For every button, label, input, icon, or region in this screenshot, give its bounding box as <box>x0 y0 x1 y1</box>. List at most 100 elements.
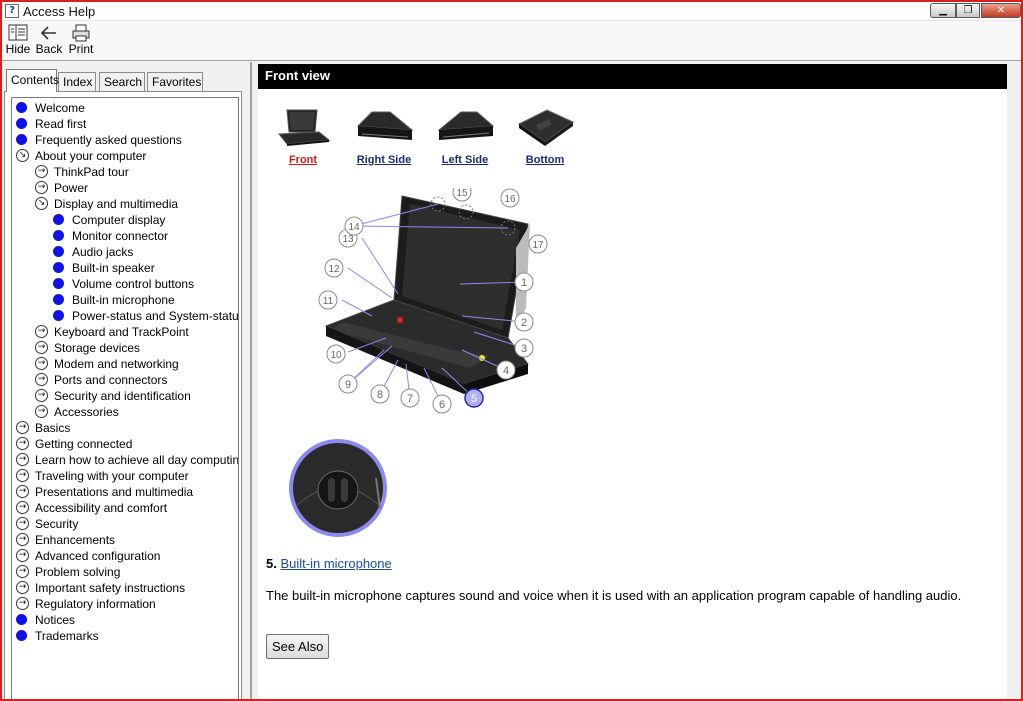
tree-item-label: Ports and connectors <box>54 373 168 387</box>
view-left-side-link[interactable]: Left Side <box>430 106 500 166</box>
callout-6: 6 <box>432 394 452 414</box>
collapsed-book-icon: → <box>35 357 48 370</box>
callout-label: 13 <box>342 234 354 245</box>
heading-bar: Front view <box>258 64 1007 89</box>
callout-label: 4 <box>503 365 509 377</box>
tree-item-label: Accessibility and comfort <box>35 501 168 515</box>
back-label: Back <box>35 42 63 56</box>
view-right-side-label: Right Side <box>356 154 412 166</box>
minimize-button[interactable]: ▁ <box>930 3 956 18</box>
callout-7: 7 <box>400 388 420 408</box>
close-icon: ✕ <box>996 5 1006 16</box>
expanded-book-icon: ↘ <box>35 197 48 210</box>
topic-bullet-icon <box>16 630 27 641</box>
collapsed-book-icon: → <box>35 341 48 354</box>
collapsed-book-icon: → <box>16 581 29 594</box>
callout-label: 8 <box>377 389 383 401</box>
print-label: Print <box>68 42 94 56</box>
tab-search[interactable]: Search <box>99 72 145 91</box>
callout-label: 12 <box>328 264 340 275</box>
collapsed-book-icon: → <box>35 405 48 418</box>
collapsed-book-icon: → <box>35 373 48 386</box>
callout-11: 11 <box>318 290 338 310</box>
vertical-scrollbar[interactable] <box>1007 64 1021 699</box>
topic-pane: Front view Front Right Side Left Side Bo… <box>254 62 1021 699</box>
collapsed-book-icon: → <box>16 437 29 450</box>
tree-item-label: Display and multimedia <box>54 197 179 211</box>
item-link[interactable]: Built-in microphone <box>280 556 391 571</box>
tree-item-label: Trademarks <box>35 629 99 643</box>
tree-item-label: Monitor connector <box>72 229 169 243</box>
view-right-side-link[interactable]: Right Side <box>349 106 419 166</box>
print-button[interactable]: Print <box>66 24 96 60</box>
tree-item-label: Basics <box>35 421 71 435</box>
view-front-label: Front <box>288 154 318 166</box>
collapsed-book-icon: → <box>35 389 48 402</box>
collapsed-book-icon: → <box>16 469 29 482</box>
callout-17: 17 <box>528 234 548 254</box>
collapsed-book-icon: → <box>16 597 29 610</box>
topic-content: Front view Front Right Side Left Side Bo… <box>258 64 1007 699</box>
tree-item-label: Regulatory information <box>35 597 156 611</box>
back-arrow-icon <box>40 26 56 40</box>
back-button[interactable]: Back <box>34 24 64 60</box>
topic-bullet-icon <box>53 294 64 305</box>
laptop-left-side-thumbnail <box>437 111 495 140</box>
tree-item-label: Computer display <box>72 213 166 227</box>
view-left-side-label: Left Side <box>441 154 489 166</box>
callout-4: 4 <box>496 360 516 380</box>
item-heading: 5. Built-in microphone <box>266 556 392 571</box>
toolbar: Hide Back Print <box>2 21 1021 61</box>
tree-item-label: Read first <box>35 117 87 131</box>
topic-bullet-icon <box>16 134 27 145</box>
tree-item-label: Advanced configuration <box>35 549 161 563</box>
window-title: Access Help <box>23 4 96 19</box>
callout-10: 10 <box>326 344 346 364</box>
navigation-pane: Contents Index Search Favorites Welcome R… <box>2 62 252 699</box>
page-title: Front view <box>265 68 331 83</box>
callout-1: 1 <box>514 272 534 292</box>
callout-9: 9 <box>338 374 358 394</box>
topic-bullet-icon <box>53 214 64 225</box>
tree-item-label: Accessories <box>54 405 119 419</box>
hide-button[interactable]: Hide <box>3 24 33 60</box>
contents-panel: Welcome Read first Frequently asked questi… <box>4 91 242 699</box>
topic-bullet-icon <box>16 614 27 625</box>
callout-16: 16 <box>500 188 520 208</box>
callout-label: 3 <box>521 343 527 355</box>
callout-label: 16 <box>504 194 516 205</box>
view-bottom-link[interactable]: Bottom <box>510 106 580 166</box>
collapsed-book-icon: → <box>16 453 29 466</box>
collapsed-book-icon: → <box>16 517 29 530</box>
tab-index[interactable]: Index <box>58 72 96 91</box>
microphone-closeup <box>289 439 387 537</box>
contents-tree[interactable]: Welcome Read first Frequently asked questi… <box>11 97 239 699</box>
tree-item-label: Security and identification <box>54 389 191 403</box>
title-bar[interactable]: ? Access Help ▁ ❐ ✕ <box>2 2 1021 21</box>
callout-label: 10 <box>330 350 342 361</box>
callout-label: 6 <box>439 399 445 411</box>
tree-item-label: Power <box>54 181 89 195</box>
tree-item-label: Welcome <box>35 101 85 115</box>
item-description: The built-in microphone captures sound a… <box>266 588 962 603</box>
see-also-button[interactable]: See Also <box>266 634 330 659</box>
collapsed-book-icon: → <box>16 549 29 562</box>
topic-bullet-icon <box>53 262 64 273</box>
minimize-icon: ▁ <box>939 5 947 16</box>
tree-item-label: Getting connected <box>35 437 133 451</box>
close-button[interactable]: ✕ <box>981 3 1021 18</box>
tab-contents[interactable]: Contents <box>6 69 59 92</box>
item-number: 5. <box>266 556 277 571</box>
tree-item-label: ThinkPad tour <box>54 165 129 179</box>
collapsed-book-icon: → <box>16 485 29 498</box>
maximize-button[interactable]: ❐ <box>956 3 980 18</box>
callout-label: 17 <box>532 240 544 251</box>
laptop-front-diagram: 1234567891011121314151617 <box>318 188 548 414</box>
callout-label: 1 <box>521 277 527 289</box>
tab-favorites[interactable]: Favorites <box>147 72 203 91</box>
printer-icon <box>72 24 90 42</box>
collapsed-book-icon: → <box>16 565 29 578</box>
help-book-icon: ? <box>5 4 19 18</box>
view-front-link[interactable]: Front <box>268 106 338 166</box>
callout-label: 11 <box>323 296 334 307</box>
